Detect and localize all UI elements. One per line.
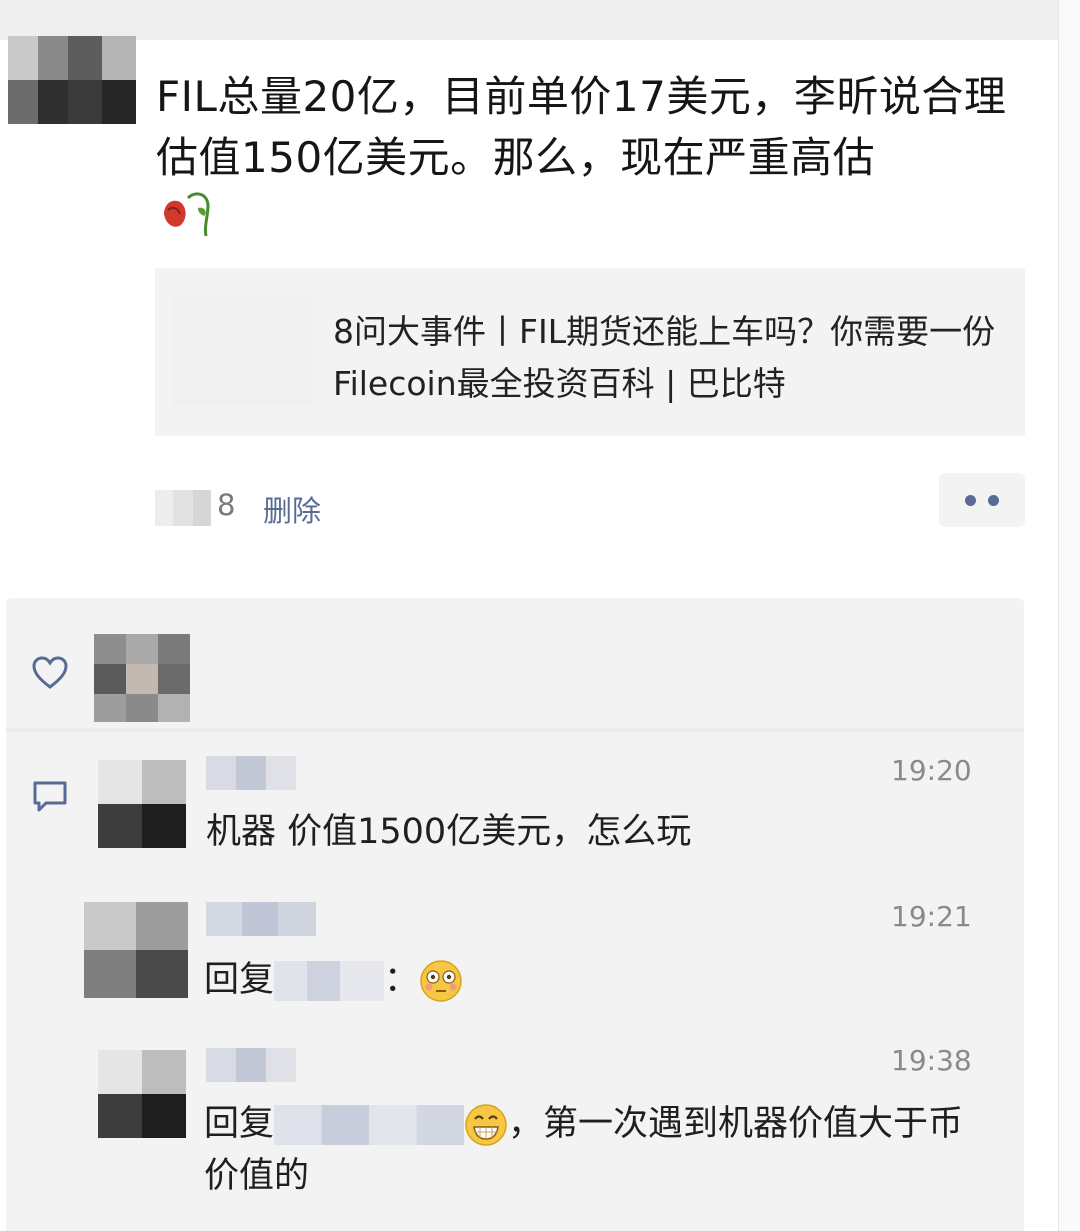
commenter-avatar[interactable] — [98, 760, 186, 848]
reply-target-blur[interactable] — [274, 1105, 465, 1145]
wilted-rose-emoji — [164, 192, 210, 237]
source-blur — [155, 490, 211, 526]
reply-label: 回复 — [204, 1104, 275, 1144]
commenter-name-blur[interactable] — [206, 1048, 306, 1082]
comments-panel: 19:20 机器 价值1500亿美元，怎么玩 19:21 回复 ： 19:38 回… — [6, 732, 1024, 1231]
commenter-avatar[interactable] — [84, 902, 188, 998]
grinning-face-emoji — [465, 1104, 507, 1146]
link-thumbnail — [173, 296, 313, 406]
commenter-name-blur[interactable] — [206, 756, 306, 790]
reply-target-blur[interactable] — [274, 961, 385, 1001]
post-text: FIL总量20亿，目前单价17美元，李昕说合理估值150亿美元。那么，现在严重高… — [156, 72, 1007, 182]
comment-icon — [33, 781, 67, 812]
post-meta: 8 删除 — [155, 482, 555, 532]
flushed-face-emoji — [420, 960, 462, 1002]
post-number: 8 — [217, 488, 236, 522]
comment-time: 19:38 — [891, 1044, 972, 1077]
comment-body: 机器 价值1500亿美元，怎么玩 — [206, 812, 692, 852]
top-bar — [0, 0, 1058, 40]
link-card[interactable]: 8问大事件丨FIL期货还能上车吗？你需要一份Filecoin最全投资百科 | 巴… — [155, 268, 1025, 436]
commenter-avatar[interactable] — [98, 1050, 186, 1138]
commenter-name-blur[interactable] — [206, 902, 316, 936]
poster-avatar[interactable] — [8, 36, 136, 124]
comment-body: 回复 ，第一次遇到机器价值大于币价值的 — [204, 1098, 994, 1202]
comment-time: 19:21 — [891, 900, 972, 933]
scroll-edge — [1058, 0, 1080, 1231]
comment-time: 19:20 — [891, 754, 972, 787]
more-dots-icon[interactable] — [939, 473, 1025, 527]
delete-link[interactable]: 删除 — [263, 488, 321, 530]
link-card-title: 8问大事件丨FIL期货还能上车吗？你需要一份Filecoin最全投资百科 | 巴… — [333, 312, 996, 403]
comment-body: 回复 ： — [204, 954, 984, 1006]
reply-label: 回复 — [204, 960, 275, 1000]
reply-colon: ： — [384, 960, 420, 1000]
heart-icon — [32, 656, 68, 689]
likes-panel — [6, 598, 1024, 728]
liker-avatar[interactable] — [94, 634, 190, 722]
